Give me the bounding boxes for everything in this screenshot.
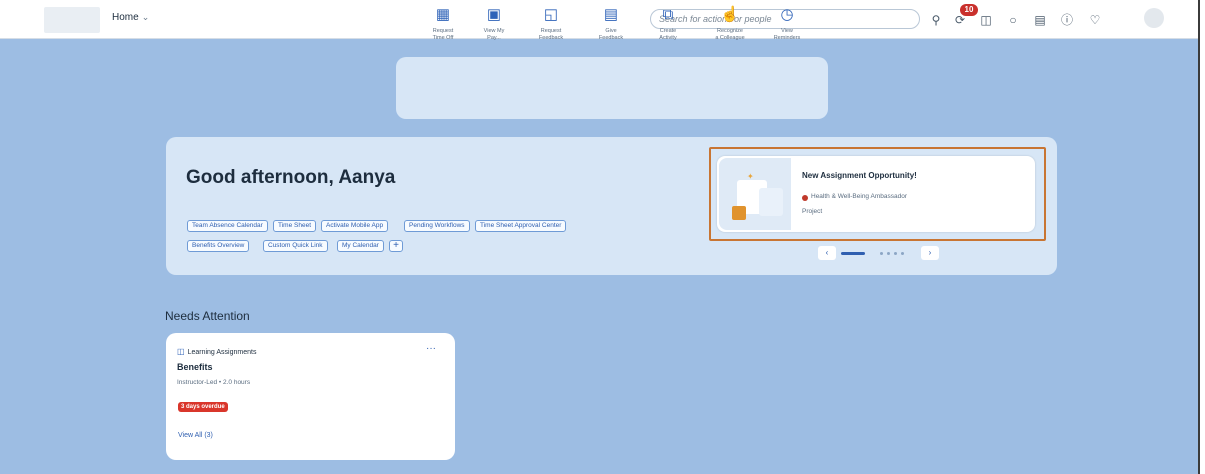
- search-icon[interactable]: ⚲: [928, 12, 944, 28]
- quick-action-label-2: Feedback: [598, 35, 624, 41]
- greeting-title: Good afternoon, Aanya: [186, 167, 396, 188]
- quick-action-label-2: Reminders: [773, 35, 801, 41]
- quick-action-label-1: View: [781, 28, 793, 34]
- quick-action-create-activity[interactable]: ⧉ Create Activity: [643, 6, 693, 42]
- card-type-label: Learning Assignments: [187, 349, 257, 356]
- quick-action-label-2: a Colleague: [715, 35, 745, 41]
- thumbs-up-icon: ☝: [720, 6, 740, 23]
- quick-action-label-2: Feedback: [538, 35, 564, 41]
- quick-link-custom-quick-link[interactable]: Custom Quick Link: [263, 240, 328, 252]
- quick-action-view-pay[interactable]: ▣ View My Pay...: [469, 6, 519, 42]
- chevron-down-icon: ⌄: [141, 12, 150, 22]
- carousel-next-button[interactable]: ›: [921, 246, 939, 260]
- highlight-box: [709, 147, 1046, 241]
- quick-link-time-sheet[interactable]: Time Sheet: [273, 220, 316, 232]
- card-type: ◫ Learning Assignments: [177, 347, 256, 356]
- more-options-button[interactable]: ···: [426, 343, 436, 354]
- carousel-prev-button[interactable]: ‹: [818, 246, 836, 260]
- home-menu-button[interactable]: Home ⌄: [112, 12, 149, 23]
- home-label: Home: [112, 12, 139, 23]
- activity-icon: ⧉: [662, 6, 674, 23]
- company-logo[interactable]: [44, 7, 100, 33]
- feedback-request-icon: ◱: [543, 6, 559, 23]
- assignment-title: Benefits: [177, 362, 213, 372]
- quick-action-request-time-off[interactable]: ▦ Request Time Off: [418, 6, 468, 42]
- quick-action-label-1: Recognize: [717, 28, 743, 34]
- notification-count-badge: 10: [960, 4, 978, 16]
- help-icon[interactable]: ⓘ: [1059, 12, 1075, 28]
- quick-action-request-feedback[interactable]: ◱ Request Feedback: [526, 6, 576, 42]
- reminder-icon: ◷: [780, 6, 794, 23]
- carousel-indicator[interactable]: [894, 252, 897, 255]
- avatar[interactable]: [1144, 8, 1164, 28]
- pay-icon: ▣: [486, 6, 502, 23]
- clipboard-icon[interactable]: ▤: [1032, 12, 1048, 28]
- carousel-indicator[interactable]: [880, 252, 883, 255]
- learning-icon: ◫: [177, 347, 185, 356]
- assignment-meta: Instructor-Led • 2.0 hours: [177, 379, 251, 386]
- carousel-indicator[interactable]: [901, 252, 904, 255]
- bell-icon[interactable]: ♡: [1087, 12, 1103, 28]
- quick-action-label-2: Activity: [659, 35, 677, 41]
- calendar-icon: ▦: [435, 6, 451, 23]
- view-all-link[interactable]: View All (3): [178, 432, 213, 439]
- feedback-give-icon: ▤: [603, 6, 619, 23]
- quick-link-my-calendar[interactable]: My Calendar: [337, 240, 384, 252]
- quick-link-team-absence-calendar[interactable]: Team Absence Calendar: [187, 220, 268, 232]
- quick-link-pending-workflows[interactable]: Pending Workflows: [404, 220, 470, 232]
- quick-link-time-sheet-approval-center[interactable]: Time Sheet Approval Center: [475, 220, 567, 232]
- quick-action-label-2: Pay...: [487, 35, 501, 41]
- needs-attention-heading: Needs Attention: [165, 309, 250, 323]
- quick-action-label-2: Time Off: [432, 35, 454, 41]
- inbox-icon[interactable]: ◫: [978, 12, 994, 28]
- quick-action-give-feedback[interactable]: ▤ Give Feedback: [586, 6, 636, 42]
- quick-actions-bar: [396, 57, 828, 119]
- quick-link-activate-mobile-app[interactable]: Activate Mobile App: [321, 220, 389, 232]
- quick-action-label-1: Request: [432, 28, 454, 34]
- overdue-badge: 3 days overdue: [178, 402, 228, 412]
- quick-link-benefits-overview[interactable]: Benefits Overview: [187, 240, 250, 252]
- carousel-indicator-active[interactable]: [841, 252, 865, 255]
- carousel-indicator[interactable]: [887, 252, 890, 255]
- quick-action-label-1: Give: [605, 28, 617, 34]
- add-quick-link-button[interactable]: +: [389, 240, 403, 252]
- quick-action-label-1: Request: [540, 28, 562, 34]
- quick-action-label-1: View My: [483, 28, 505, 34]
- quick-action-recognize-colleague[interactable]: ☝ Recognize a Colleague: [705, 6, 755, 42]
- window-edge: [1198, 0, 1200, 474]
- headset-icon[interactable]: ○: [1005, 12, 1021, 28]
- quick-action-label-1: Create: [659, 28, 677, 34]
- quick-action-view-reminders[interactable]: ◷ View Reminders: [762, 6, 812, 42]
